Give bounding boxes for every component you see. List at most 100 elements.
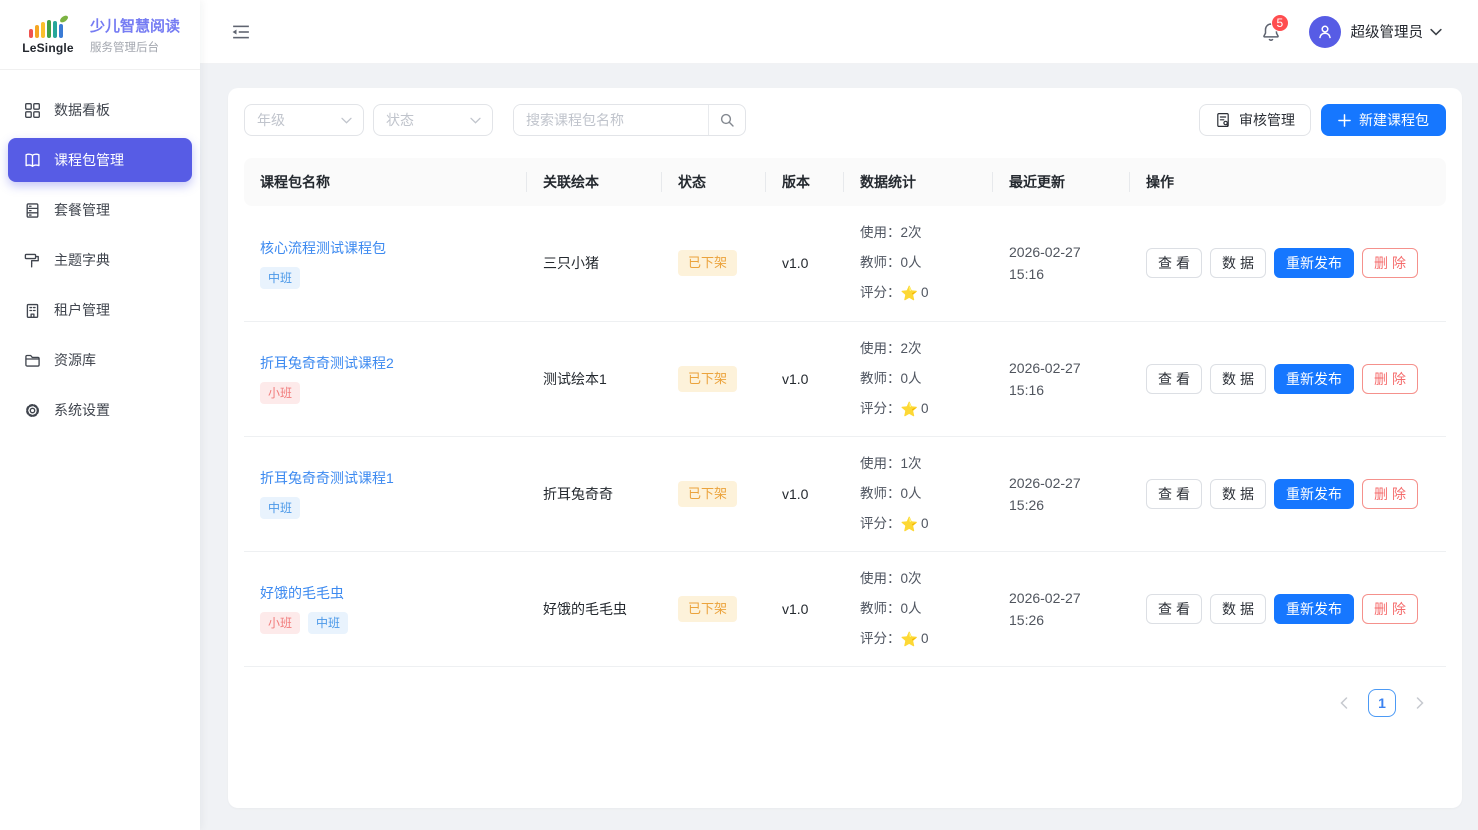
republish-button[interactable]: 重新发布 xyxy=(1274,479,1354,509)
republish-button[interactable]: 重新发布 xyxy=(1274,594,1354,624)
prev-page-icon[interactable] xyxy=(1338,697,1350,709)
updated-date: 2026-02-27 xyxy=(1009,472,1114,494)
grade-tags: 小班 xyxy=(260,382,511,404)
package-name-link[interactable]: 核心流程测试课程包 xyxy=(260,238,386,258)
cell-stats: 使用：2次 教师：0人 评分：⭐0 xyxy=(844,206,993,321)
filter-bar: 年级 状态 xyxy=(244,104,1446,136)
sidebar-item-1[interactable]: 课程包管理 xyxy=(8,138,192,182)
next-page-icon[interactable] xyxy=(1414,697,1426,709)
sidebar-item-label: 主题字典 xyxy=(54,250,110,270)
view-button[interactable]: 查看 xyxy=(1146,364,1202,394)
teacher-stat: 教师：0人 xyxy=(860,364,977,394)
sidebar-item-label: 系统设置 xyxy=(54,400,110,420)
grade-select[interactable]: 年级 xyxy=(244,104,364,136)
status-select[interactable]: 状态 xyxy=(373,104,493,136)
cell-stats: 使用：0次 教师：0人 评分：⭐0 xyxy=(844,551,993,666)
updated-time: 15:16 xyxy=(1009,263,1114,285)
sidebar-item-5[interactable]: 资源库 xyxy=(8,338,192,382)
course-package-icon xyxy=(24,152,41,169)
data-button[interactable]: 数据 xyxy=(1210,248,1266,278)
column-header: 最近更新 xyxy=(993,158,1130,206)
grade-select-placeholder: 年级 xyxy=(257,110,285,130)
cell-actions: 查看数据重新发布删除 xyxy=(1130,551,1446,666)
audit-doc-icon xyxy=(1215,112,1231,128)
avatar[interactable] xyxy=(1309,16,1341,48)
cell-package-name: 折耳兔奇奇测试课程1 中班 xyxy=(244,436,527,551)
grade-tag: 小班 xyxy=(260,612,300,634)
sidebar-item-4[interactable]: 租户管理 xyxy=(8,288,192,332)
cell-linked-book: 测试绘本1 xyxy=(527,321,662,436)
delete-button[interactable]: 删除 xyxy=(1362,479,1418,509)
cell-package-name: 核心流程测试课程包 中班 xyxy=(244,206,527,321)
sidebar-item-0[interactable]: 数据看板 xyxy=(8,88,192,132)
course-package-card: 年级 状态 xyxy=(228,88,1462,808)
republish-button[interactable]: 重新发布 xyxy=(1274,248,1354,278)
plan-icon xyxy=(24,202,41,219)
delete-button[interactable]: 删除 xyxy=(1362,248,1418,278)
usage-stat: 使用：0次 xyxy=(860,564,977,594)
cell-actions: 查看数据重新发布删除 xyxy=(1130,321,1446,436)
cell-updated: 2026-02-27 15:26 xyxy=(993,551,1130,666)
search-box xyxy=(513,104,746,136)
sidebar: LeSingle 少儿智慧阅读 服务管理后台 数据看板 课程包管理 套餐管理 主… xyxy=(0,0,200,830)
chevron-down-icon xyxy=(341,117,352,124)
create-package-button[interactable]: 新建课程包 xyxy=(1321,104,1446,136)
brand: LeSingle 少儿智慧阅读 服务管理后台 xyxy=(0,0,200,70)
content-area: 年级 状态 xyxy=(200,64,1478,830)
cell-status: 已下架 xyxy=(662,436,766,551)
cell-package-name: 好饿的毛毛虫 小班中班 xyxy=(244,551,527,666)
column-header: 操作 xyxy=(1130,158,1446,206)
grade-tags: 小班中班 xyxy=(260,612,511,634)
cell-version: v1.0 xyxy=(766,551,844,666)
resource-icon xyxy=(24,352,41,369)
create-package-label: 新建课程包 xyxy=(1359,110,1429,130)
star-icon: ⭐ xyxy=(901,394,918,424)
sidebar-item-3[interactable]: 主题字典 xyxy=(8,238,192,282)
view-button[interactable]: 查看 xyxy=(1146,479,1202,509)
cell-stats: 使用：1次 教师：0人 评分：⭐0 xyxy=(844,436,993,551)
updated-date: 2026-02-27 xyxy=(1009,241,1114,263)
chevron-down-icon xyxy=(470,117,481,124)
cell-version: v1.0 xyxy=(766,436,844,551)
package-name-link[interactable]: 好饿的毛毛虫 xyxy=(260,583,344,603)
rating-stat: 评分：⭐0 xyxy=(860,278,977,308)
cell-linked-book: 好饿的毛毛虫 xyxy=(527,551,662,666)
sidebar-menu: 数据看板 课程包管理 套餐管理 主题字典 租户管理 资源库 系统设置 xyxy=(0,70,200,432)
page-number[interactable]: 1 xyxy=(1368,689,1396,717)
column-header: 数据统计 xyxy=(844,158,993,206)
rating-stat: 评分：⭐0 xyxy=(860,509,977,539)
republish-button[interactable]: 重新发布 xyxy=(1274,364,1354,394)
column-header: 关联绘本 xyxy=(527,158,662,206)
audit-manage-button[interactable]: 审核管理 xyxy=(1199,104,1311,136)
delete-button[interactable]: 删除 xyxy=(1362,364,1418,394)
view-button[interactable]: 查看 xyxy=(1146,594,1202,624)
teacher-stat: 教师：0人 xyxy=(860,594,977,624)
package-name-link[interactable]: 折耳兔奇奇测试课程2 xyxy=(260,353,394,373)
cell-status: 已下架 xyxy=(662,206,766,321)
view-button[interactable]: 查看 xyxy=(1146,248,1202,278)
sidebar-item-2[interactable]: 套餐管理 xyxy=(8,188,192,232)
data-button[interactable]: 数据 xyxy=(1210,364,1266,394)
current-user-name[interactable]: 超级管理员 xyxy=(1351,21,1424,42)
search-icon[interactable] xyxy=(708,105,745,135)
updated-time: 15:16 xyxy=(1009,379,1114,401)
updated-date: 2026-02-27 xyxy=(1009,357,1114,379)
sidebar-item-label: 课程包管理 xyxy=(54,150,124,170)
data-button[interactable]: 数据 xyxy=(1210,479,1266,509)
updated-time: 15:26 xyxy=(1009,609,1114,631)
cell-package-name: 折耳兔奇奇测试课程2 小班 xyxy=(244,321,527,436)
grade-tags: 中班 xyxy=(260,267,511,289)
collapse-sidebar-icon[interactable] xyxy=(232,23,250,41)
chevron-down-icon[interactable] xyxy=(1430,28,1442,36)
updated-date: 2026-02-27 xyxy=(1009,587,1114,609)
delete-button[interactable]: 删除 xyxy=(1362,594,1418,624)
sidebar-item-6[interactable]: 系统设置 xyxy=(8,388,192,432)
data-button[interactable]: 数据 xyxy=(1210,594,1266,624)
notification-bell-icon[interactable]: 5 xyxy=(1261,22,1281,42)
search-input[interactable] xyxy=(514,105,708,135)
package-name-link[interactable]: 折耳兔奇奇测试课程1 xyxy=(260,468,394,488)
cell-updated: 2026-02-27 15:26 xyxy=(993,436,1130,551)
teacher-stat: 教师：0人 xyxy=(860,248,977,278)
lesingle-logo-icon: LeSingle xyxy=(16,14,80,55)
cell-linked-book: 折耳兔奇奇 xyxy=(527,436,662,551)
